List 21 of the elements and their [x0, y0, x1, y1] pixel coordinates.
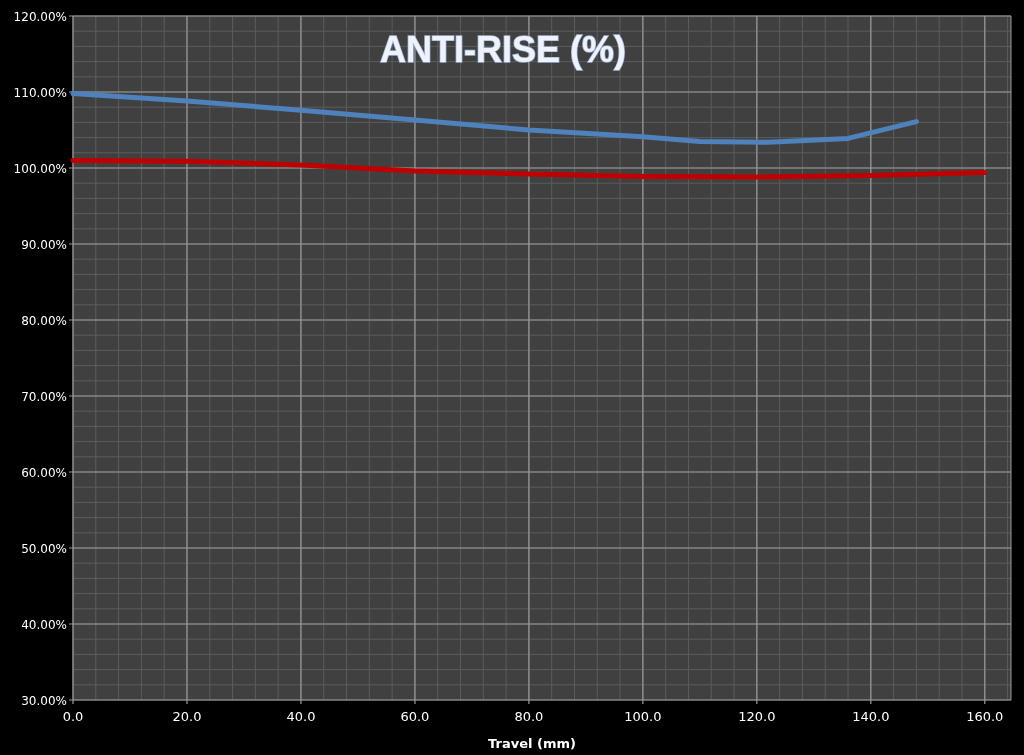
y-axis-label: 90.00%: [21, 238, 67, 252]
x-axis-label: 120.0: [738, 709, 776, 724]
chart-title: ANTI-RISE (%): [380, 29, 626, 70]
x-axis-label: 20.0: [172, 709, 202, 724]
y-axis-label: 60.00%: [21, 466, 67, 480]
x-axis-label: 100.0: [624, 709, 662, 724]
y-axis-label: 110.00%: [13, 86, 67, 100]
x-axis-label: 0.0: [62, 709, 84, 724]
y-axis-label: 50.00%: [21, 542, 67, 556]
y-axis-label: 120.00%: [13, 10, 67, 24]
y-axis-label: 100.00%: [13, 162, 67, 176]
y-axis-label: 40.00%: [21, 618, 67, 632]
x-axis-title: Travel (mm): [488, 736, 576, 751]
y-axis-label: 80.00%: [21, 314, 67, 328]
x-axis-label: 60.0: [400, 709, 430, 724]
y-axis-label: 70.00%: [21, 390, 67, 404]
y-axis-label: 30.00%: [21, 694, 67, 708]
x-axis-label: 40.0: [286, 709, 316, 724]
x-axis-label: 80.0: [514, 709, 544, 724]
x-axis-label: 140.0: [852, 709, 890, 724]
x-axis-label: 160.0: [966, 709, 1004, 724]
